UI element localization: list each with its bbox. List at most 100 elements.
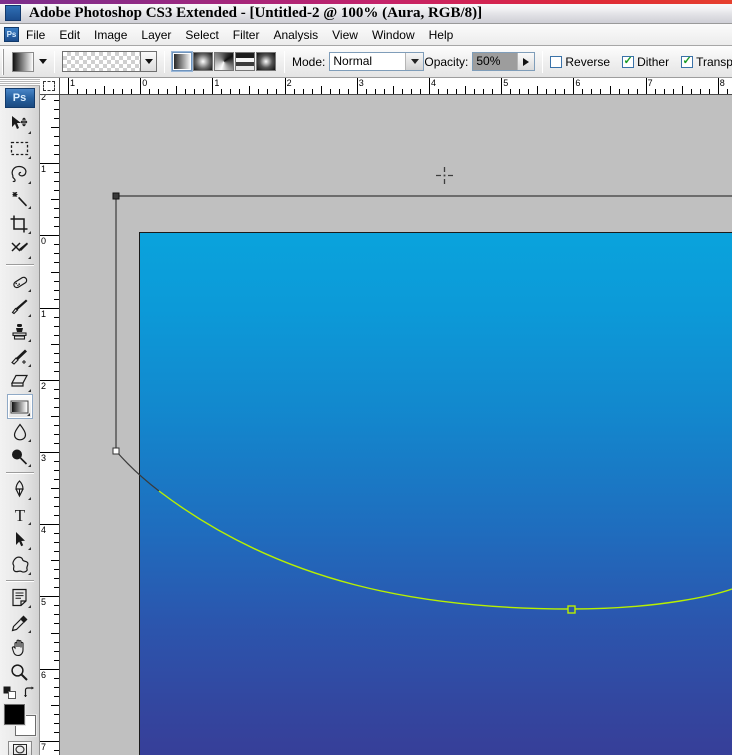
- ruler-minor-tick: [185, 89, 187, 94]
- ruler-minor-tick: [54, 542, 59, 544]
- radial-gradient-button[interactable]: [193, 52, 213, 71]
- toolbox-grip[interactable]: [0, 78, 40, 86]
- type-tool[interactable]: T: [7, 502, 33, 527]
- ruler-minor-tick: [618, 89, 620, 94]
- hand-tool[interactable]: [7, 635, 33, 660]
- menu-analysis[interactable]: Analysis: [266, 26, 325, 44]
- diamond-gradient-button[interactable]: [256, 52, 276, 71]
- brush-tool[interactable]: [7, 294, 33, 319]
- ruler-minor-tick: [266, 89, 268, 94]
- ruler-minor-tick: [51, 127, 59, 129]
- ruler-label: 6: [575, 78, 581, 88]
- linear-gradient-button[interactable]: [171, 51, 193, 72]
- opacity-value[interactable]: 50%: [473, 53, 518, 70]
- ruler-minor-tick: [474, 89, 476, 94]
- blend-mode-select[interactable]: Normal: [329, 52, 425, 71]
- zoom-tool[interactable]: [7, 660, 33, 685]
- move-tool[interactable]: [7, 111, 33, 136]
- transparency-checkbox[interactable]: ✓: [681, 55, 694, 68]
- window-title: Adobe Photoshop CS3 Extended - [Untitled…: [29, 4, 483, 21]
- menu-edit[interactable]: Edit: [52, 26, 87, 44]
- lasso-tool[interactable]: [7, 161, 33, 186]
- reflected-gradient-button[interactable]: [235, 52, 255, 71]
- ruler-minor-tick: [51, 271, 59, 273]
- ruler-minor-tick: [54, 551, 59, 553]
- pen-tool[interactable]: [7, 477, 33, 502]
- reverse-checkbox-row[interactable]: ✓ Reverse: [550, 55, 610, 69]
- ruler-minor-tick: [456, 89, 458, 94]
- ruler-minor-tick: [54, 397, 59, 399]
- blur-tool[interactable]: [7, 419, 33, 444]
- menu-image[interactable]: Image: [87, 26, 134, 44]
- ruler-major-tick: [573, 78, 575, 94]
- ruler-minor-tick: [564, 89, 566, 94]
- gradient-swatch-preview-icon[interactable]: [63, 52, 141, 71]
- crop-tool[interactable]: [7, 211, 33, 236]
- eraser-tool[interactable]: [7, 369, 33, 394]
- path-selection-tool[interactable]: [7, 527, 33, 552]
- menu-layer[interactable]: Layer: [134, 26, 178, 44]
- ruler-minor-tick: [537, 86, 539, 94]
- reverse-checkbox[interactable]: ✓: [550, 55, 563, 68]
- quick-mask-mode-button[interactable]: [7, 741, 32, 755]
- history-brush-tool[interactable]: [7, 344, 33, 369]
- gradient-tool[interactable]: [6, 394, 33, 419]
- menu-help[interactable]: Help: [422, 26, 461, 44]
- gradient-picker-chevron-down-icon[interactable]: [141, 52, 156, 71]
- ruler-minor-tick: [54, 136, 59, 138]
- tool-preset-preview-icon[interactable]: [12, 51, 34, 72]
- ruler-major-tick: [429, 78, 430, 94]
- ruler-label: 5: [503, 78, 509, 88]
- clone-stamp-tool[interactable]: [7, 319, 33, 344]
- ruler-minor-tick: [338, 89, 340, 94]
- ruler-minor-tick: [672, 89, 674, 94]
- menu-window[interactable]: Window: [365, 26, 422, 44]
- menu-file[interactable]: File: [19, 26, 52, 44]
- ruler-minor-tick: [230, 89, 232, 94]
- healing-brush-tool[interactable]: [7, 269, 33, 294]
- opacity-slider-arrow-icon[interactable]: [517, 53, 535, 70]
- custom-shape-tool[interactable]: [7, 552, 33, 577]
- options-separator-4: [542, 50, 544, 73]
- dither-checkbox[interactable]: ✓: [622, 55, 635, 68]
- gradient-tool-flyout-indicator: [26, 413, 30, 416]
- rectangular-marquee-tool[interactable]: [7, 136, 33, 161]
- menu-view[interactable]: View: [325, 26, 365, 44]
- path-selection-flyout-indicator: [27, 547, 31, 550]
- foreground-color-swatch[interactable]: [3, 704, 25, 725]
- document-menu-icon[interactable]: Ps: [4, 27, 19, 42]
- color-control-mini-row: [3, 686, 37, 700]
- gradient-picker[interactable]: [62, 51, 157, 72]
- ruler-minor-tick: [681, 86, 683, 94]
- menu-filter[interactable]: Filter: [226, 26, 267, 44]
- magic-wand-tool[interactable]: [7, 186, 33, 211]
- anchor-mid-left: [112, 447, 120, 455]
- slice-tool[interactable]: [7, 236, 33, 261]
- options-bar-grip[interactable]: [2, 48, 4, 75]
- mode-label: Mode:: [292, 54, 326, 69]
- opacity-input[interactable]: 50%: [472, 52, 536, 71]
- ruler-minor-tick: [113, 89, 115, 94]
- notes-tool[interactable]: [7, 585, 33, 610]
- ruler-minor-tick: [329, 89, 331, 94]
- canvas-viewport[interactable]: [60, 95, 732, 755]
- vertical-ruler[interactable]: 2 1 0 1 2 3 4 5 6 7: [40, 95, 60, 755]
- ruler-origin-corner[interactable]: [40, 78, 60, 95]
- horizontal-ruler[interactable]: 1 0 1 2 3 4 5 6 7 8: [60, 78, 732, 95]
- ruler-label: 7: [647, 78, 653, 88]
- swap-colors-icon[interactable]: [23, 686, 37, 700]
- ruler-label: 0: [41, 236, 47, 247]
- ruler-minor-tick: [221, 89, 223, 94]
- blend-mode-chevron-down-icon[interactable]: [405, 53, 424, 70]
- transparency-checkbox-row[interactable]: ✓ Transparency: [681, 55, 732, 69]
- ruler-major-tick: [140, 78, 142, 94]
- dodge-tool[interactable]: [7, 444, 33, 469]
- angle-gradient-button[interactable]: [214, 52, 234, 71]
- eyedropper-tool[interactable]: [7, 610, 33, 635]
- tool-preset-chevron-down-icon[interactable]: [39, 59, 47, 64]
- move-tool-flyout-indicator: [27, 131, 31, 134]
- default-colors-icon[interactable]: [3, 686, 17, 700]
- ruler-minor-tick: [708, 89, 710, 94]
- menu-select[interactable]: Select: [178, 26, 225, 44]
- dither-checkbox-row[interactable]: ✓ Dither: [622, 55, 669, 69]
